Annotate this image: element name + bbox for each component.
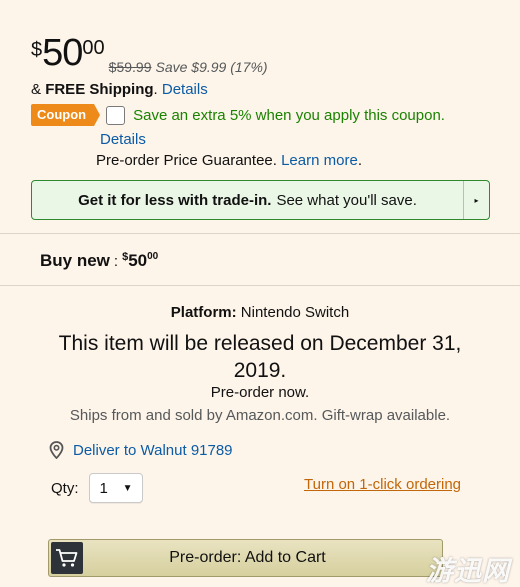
- price-currency: $: [31, 39, 43, 61]
- shipping-details-link[interactable]: Details: [162, 81, 208, 98]
- coupon-badge: Coupon: [31, 104, 101, 126]
- buy-new-fraction: 00: [147, 251, 159, 262]
- location-pin-icon: [49, 441, 64, 459]
- price-block: $ 50 00 $59.99 Save $9.99 (17%): [31, 34, 268, 75]
- cart-icon: [51, 542, 83, 574]
- platform-label: Platform:: [170, 304, 237, 321]
- qty-label: Qty:: [51, 479, 79, 497]
- guarantee-text: Pre-order Price Guarantee.: [96, 152, 282, 169]
- list-price: $59.99: [108, 59, 152, 75]
- coupon-details: Details: [100, 131, 146, 148]
- coupon-checkbox[interactable]: [106, 105, 126, 125]
- buy-new-colon: :: [113, 253, 119, 270]
- watermark: 游迅网: [426, 556, 510, 586]
- tradein-expand-icon[interactable]: ▸: [463, 181, 489, 219]
- preorder-now-text: Pre-order now.: [210, 384, 310, 401]
- coupon-row: Coupon Save an extra 5% when you apply t…: [31, 104, 445, 126]
- free-shipping-label: FREE Shipping: [45, 81, 154, 98]
- add-to-cart-button[interactable]: Pre-order: Add to Cart: [48, 539, 443, 577]
- price-whole: 50: [42, 32, 83, 74]
- buy-new-row: Buy new : $ 50 00: [40, 251, 158, 271]
- chevron-down-icon: ▼: [122, 482, 133, 494]
- buy-new-whole: 50: [128, 251, 148, 270]
- platform-value: Nintendo Switch: [240, 304, 350, 321]
- divider: [0, 233, 520, 234]
- qty-value: 1: [99, 479, 108, 497]
- shipping-line: & FREE Shipping. Details: [31, 81, 208, 98]
- price-fraction: 00: [82, 37, 105, 59]
- price-guarantee: Pre-order Price Guarantee. Learn more.: [96, 152, 362, 169]
- shipping-suffix: .: [153, 81, 158, 98]
- quantity-select[interactable]: 1 ▼: [88, 473, 143, 503]
- one-click-link[interactable]: Turn on 1-click ordering: [304, 476, 461, 493]
- tradein-button[interactable]: Get it for less with trade-in. See what …: [31, 180, 490, 220]
- buy-new-price: $ 50 00: [122, 251, 158, 271]
- platform-line: Platform: Nintendo Switch: [0, 304, 520, 321]
- cart-button-label: Pre-order: Add to Cart: [169, 549, 326, 566]
- learn-more-link[interactable]: Learn more: [281, 152, 358, 169]
- coupon-details-link[interactable]: Details: [100, 131, 146, 148]
- savings-text: Save $9.99 (17%): [155, 59, 268, 75]
- quantity-row: Qty: 1 ▼: [51, 473, 143, 503]
- ships-from-text: Ships from and sold by Amazon.com. Gift-…: [69, 407, 451, 424]
- shipping-prefix: &: [31, 81, 46, 98]
- tradein-bold: Get it for less with trade-in.: [78, 191, 272, 209]
- deliver-to[interactable]: Deliver to Walnut 91789: [49, 441, 233, 459]
- buy-new-label: Buy new: [40, 251, 110, 270]
- guarantee-suffix: .: [357, 152, 362, 169]
- release-date-text: This item will be released on December 3…: [58, 332, 462, 382]
- tradein-main[interactable]: Get it for less with trade-in. See what …: [32, 181, 463, 219]
- coupon-text[interactable]: Save an extra 5% when you apply this cou…: [133, 107, 445, 124]
- tradein-rest: See what you'll save.: [276, 191, 417, 209]
- divider: [0, 285, 520, 286]
- deliver-link[interactable]: Deliver to Walnut 91789: [73, 442, 233, 459]
